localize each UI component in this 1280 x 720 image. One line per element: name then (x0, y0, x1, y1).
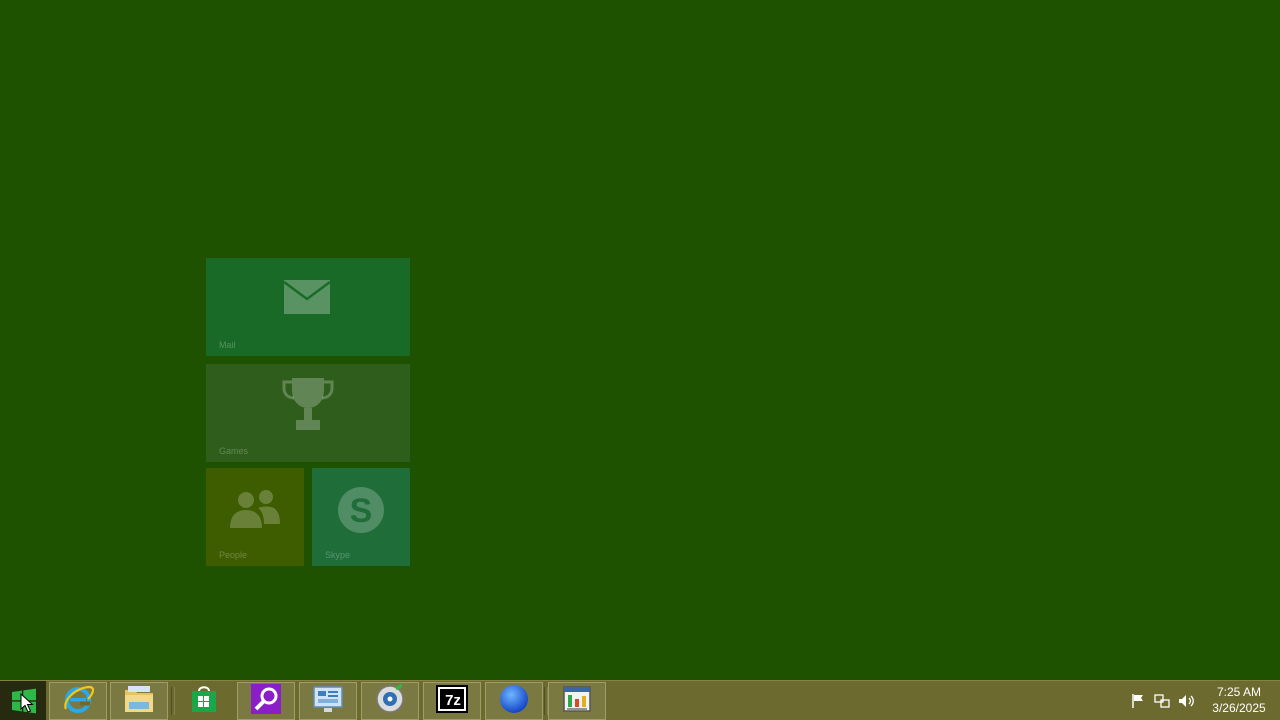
network-icon[interactable] (1154, 693, 1170, 713)
search-icon (251, 684, 281, 718)
volume-icon[interactable] (1178, 693, 1196, 713)
internet-explorer-icon (62, 683, 95, 719)
taskbar-task-manager[interactable] (548, 682, 606, 720)
start-button[interactable] (0, 681, 46, 720)
taskbar-7zip[interactable]: 7z (423, 682, 481, 720)
taskbar-internet-explorer[interactable] (49, 682, 107, 720)
store-icon (189, 684, 219, 718)
tile-label: People (219, 550, 248, 560)
svg-text:S: S (350, 492, 373, 530)
seven-zip-label: 7z (445, 692, 461, 709)
media-player-icon (374, 683, 406, 719)
taskbar-browser[interactable] (485, 682, 543, 720)
clock-time: 7:25 AM (1216, 685, 1262, 699)
clock[interactable]: 7:25 AM 3/26/2025 (1204, 684, 1274, 716)
start-screen-tiles: Mail Games People S Skype (0, 0, 1280, 680)
control-panel-icon (312, 684, 344, 718)
tile-label: Skype (325, 550, 351, 560)
tile-games[interactable]: Games (206, 364, 410, 462)
taskbar: 7z 7:25 AM 3/26/2025 (0, 680, 1280, 720)
mail-icon (283, 279, 331, 317)
file-explorer-icon (123, 684, 155, 718)
tile-people[interactable]: People (206, 468, 304, 566)
mouse-pointer-icon (20, 692, 34, 717)
tile-label: Games (219, 446, 249, 456)
tile-label: Mail (219, 340, 236, 350)
clock-date: 3/26/2025 (1212, 701, 1266, 715)
tile-skype[interactable]: S Skype (312, 468, 410, 566)
taskbar-media-player[interactable] (361, 682, 419, 720)
trophy-icon (282, 376, 334, 434)
action-center-flag-icon[interactable] (1130, 693, 1146, 713)
taskbar-search[interactable] (237, 682, 295, 720)
tile-mail[interactable]: Mail (206, 258, 410, 356)
people-icon (228, 488, 282, 532)
task-manager-icon (561, 683, 593, 719)
skype-icon: S (336, 484, 386, 538)
taskbar-file-explorer[interactable] (110, 682, 168, 720)
taskbar-control-panel[interactable] (299, 682, 357, 720)
globe-icon (498, 683, 530, 719)
taskbar-store[interactable] (175, 682, 233, 720)
